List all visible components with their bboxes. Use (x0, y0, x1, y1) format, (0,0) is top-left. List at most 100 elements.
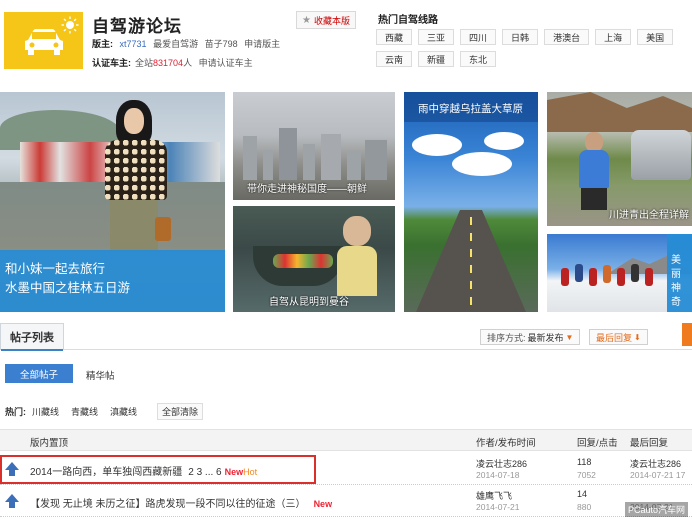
hot-label: 热门: (5, 406, 26, 417)
photo-building (303, 144, 315, 180)
route-tag-usa[interactable]: 美国 (637, 29, 674, 45)
moderator-link[interactable]: 最爱自驾游 (153, 39, 198, 49)
sort-dropdown[interactable]: 排序方式: 最新发布 ▼ (480, 329, 581, 345)
apply-cert-link[interactable]: 申请认证车主 (199, 58, 253, 68)
post-author[interactable]: 凌云壮志286 (476, 457, 527, 470)
post-date: 2014-07-18 (476, 470, 520, 480)
moderator-link[interactable]: xt7731 (120, 39, 147, 49)
post-title-line: 【发现 无止境 未历之征】路虎发现一段不同以往的征途（三） New (30, 495, 332, 510)
hot-tag[interactable]: 青藏线 (71, 405, 98, 418)
photo-person-legs (581, 188, 607, 210)
cert-prefix: 全站 (135, 58, 154, 68)
tile-caption-box: 和小妹一起去旅行 水墨中国之桂林五日游 (0, 250, 225, 312)
route-tag-xinjiang[interactable]: 新疆 (418, 51, 455, 67)
cert-suffix: 人 (183, 58, 193, 68)
table-header: 版内置顶 作者/发布时间 回复/点击 最后回复 (0, 429, 692, 451)
featured-tile-partial[interactable]: 美丽 神奇 (667, 234, 692, 312)
post-list-bar: 帖子列表 排序方式: 最新发布 ▼ 最后回复 ⬇ (0, 323, 692, 351)
photo-person (617, 268, 625, 286)
side-strip (682, 323, 692, 346)
post-title[interactable]: 【发现 无止境 未历之征】路虎发现一段不同以往的征途（三） (30, 499, 306, 510)
moderator-line: 版主: xt7731 最爱自驾游 苗子798 申请版主 (92, 37, 284, 50)
hot-routes-title: 热门自驾线路 (378, 15, 438, 26)
certified-owner-line: 认证车主: 全站831704人 申请认证车主 (92, 56, 253, 69)
clear-all-button[interactable]: 全部清除 (157, 402, 204, 420)
arrow-down-icon: ⬇ (634, 332, 641, 342)
hot-tags-row: 热门: 川藏线 青藏线 滇藏线 全部清除 (5, 402, 204, 420)
post-clicks: 880 (577, 502, 592, 512)
featured-tile-korea[interactable]: 带你走进神秘国度——朝鲜 (233, 92, 395, 200)
photo-person (631, 264, 639, 282)
photo-person-top (105, 140, 167, 200)
post-last-date: 2014-07-21 17 (630, 470, 686, 480)
col-author: 作者/发布时间 (476, 438, 536, 449)
route-tag-shanghai[interactable]: 上海 (595, 29, 632, 45)
photo-building (243, 136, 257, 180)
col-last-reply: 最后回复 (630, 438, 669, 449)
hot-tag[interactable]: 滇藏线 (110, 405, 137, 418)
moderator-link[interactable]: 苗子798 (205, 39, 238, 49)
post-list-tab[interactable]: 帖子列表 (0, 323, 64, 351)
photo-person (645, 268, 653, 286)
certified-owner-label: 认证车主: (92, 58, 131, 68)
tile-caption: 川进青出全程详解 (609, 210, 689, 221)
route-tag-sichuan[interactable]: 四川 (460, 29, 497, 45)
route-tag-yunnan[interactable]: 云南 (376, 51, 413, 67)
photo-cloud (452, 152, 512, 176)
site-watermark: PCauto汽车网 (624, 502, 688, 517)
new-badge: New (313, 499, 333, 509)
col-stats: 回复/点击 (577, 438, 618, 449)
photo-person-face (124, 108, 144, 134)
photo-person (561, 268, 569, 286)
photo-car (631, 130, 691, 180)
post-replies: 14 (577, 489, 588, 499)
photo-produce (273, 254, 333, 268)
hot-routes-list: 西藏 三亚 四川 日韩 港澳台 上海 美国 云南 新疆 东北 (376, 29, 692, 67)
latest-reply-label: 最后回复 (596, 332, 633, 343)
featured-mosaic: 和小妹一起去旅行 水墨中国之桂林五日游 带你走进神秘国度——朝鲜 自驾从昆明到曼… (0, 92, 692, 314)
route-tag-gangaotai[interactable]: 港澳台 (544, 29, 590, 45)
tile-caption: 带你走进神秘国度——朝鲜 (247, 184, 367, 195)
apply-moderator-link[interactable]: 申请版主 (244, 39, 280, 49)
tile-caption: 水墨中国之桂林五日游 (5, 281, 131, 295)
post-last-user[interactable]: 凌云壮志286 (630, 457, 681, 470)
forum-logo (4, 12, 83, 69)
hot-tag[interactable]: 川藏线 (32, 405, 59, 418)
featured-tile-guilin[interactable]: 和小妹一起去旅行 水墨中国之桂林五日游 (0, 92, 225, 312)
photo-person (575, 264, 583, 282)
route-tag-sanya[interactable]: 三亚 (418, 29, 455, 45)
photo-building (321, 134, 341, 180)
featured-tile-grassland[interactable]: 雨中穿越乌拉盖大草原 (404, 92, 538, 312)
photo-cloud (412, 134, 462, 156)
filter-all-posts[interactable]: 全部帖子 (5, 364, 73, 383)
filter-best-posts[interactable]: 精华帖 (86, 368, 115, 382)
table-row[interactable]: 【发现 无止境 未历之征】路虎发现一段不同以往的征途（三） New 雄鹰飞飞 20… (0, 487, 692, 517)
photo-person (603, 265, 611, 283)
route-tag-rihan[interactable]: 日韩 (502, 29, 539, 45)
route-tag-dongbei[interactable]: 东北 (460, 51, 497, 67)
filter-row: 全部帖子 精华帖 (0, 364, 692, 384)
moderator-label: 版主: (92, 39, 113, 49)
featured-tile-sichuan[interactable]: 川进青出全程详解 (547, 92, 692, 226)
favorite-label: 收藏本版 (313, 15, 350, 26)
featured-tile-bangkok[interactable]: 自驾从昆明到曼谷 (233, 206, 395, 312)
forum-title: 自驾游论坛 (92, 17, 182, 36)
post-author[interactable]: 雄鹰飞飞 (476, 489, 512, 502)
photo-bag (155, 217, 171, 241)
photo-person (589, 268, 597, 286)
pinned-up-arrow-icon (5, 494, 19, 508)
favorite-button[interactable]: ★ 收藏本版 (296, 11, 356, 29)
photo-person-face (585, 132, 603, 152)
photo-person-face (343, 216, 371, 246)
route-tag-xizang[interactable]: 西藏 (376, 29, 413, 45)
sort-latest-reply-button[interactable]: 最后回复 ⬇ (589, 329, 648, 345)
sort-value: 最新发布 (527, 332, 564, 343)
car-icon (24, 28, 63, 55)
photo-person (337, 246, 377, 296)
photo-road-line (470, 217, 472, 312)
sort-label: 排序方式: (487, 332, 526, 343)
photo-building (279, 128, 297, 180)
cert-count: 831704 (153, 58, 184, 68)
photo-cloud (484, 132, 524, 150)
photo-building (365, 140, 387, 180)
